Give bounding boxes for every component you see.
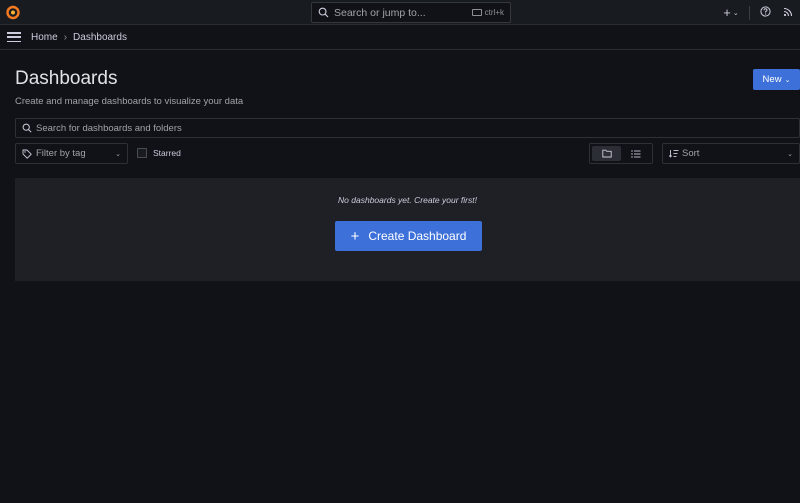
create-dashboard-button[interactable]: + Create Dashboard	[335, 221, 482, 251]
top-bar: Search or jump to... ctrl+k + ⌄	[0, 0, 800, 25]
starred-filter[interactable]: Starred	[137, 148, 181, 158]
empty-state-panel: No dashboards yet. Create your first! + …	[15, 178, 800, 281]
shortcut-text: ctrl+k	[484, 8, 504, 17]
search-icon	[318, 7, 329, 18]
list-view-button[interactable]	[621, 146, 650, 161]
tag-filter-placeholder: Filter by tag	[36, 148, 86, 159]
page-title: Dashboards	[15, 68, 118, 89]
list-icon	[630, 145, 641, 163]
help-icon	[759, 4, 771, 22]
tag-filter-select[interactable]: Filter by tag ⌄	[15, 143, 128, 164]
rss-icon	[783, 4, 793, 22]
top-right-actions: + ⌄	[717, 0, 800, 25]
dashboard-search-input[interactable]: Search for dashboards and folders	[15, 118, 800, 138]
plus-icon: +	[723, 5, 731, 20]
create-dashboard-label: Create Dashboard	[368, 229, 467, 243]
keyboard-icon	[471, 9, 482, 16]
starred-checkbox[interactable]	[137, 148, 147, 158]
menu-icon[interactable]	[7, 32, 21, 42]
dashboard-search-placeholder: Search for dashboards and folders	[36, 122, 182, 134]
sort-icon	[669, 149, 679, 159]
breadcrumb-bar: Home › Dashboards	[0, 25, 800, 50]
new-button[interactable]: New ⌄	[753, 69, 800, 90]
top-search-placeholder: Search or jump to...	[334, 6, 426, 19]
page-subtitle: Create and manage dashboards to visualiz…	[15, 96, 244, 107]
starred-label: Starred	[153, 148, 181, 158]
sort-select[interactable]: Sort ⌄	[662, 143, 800, 164]
chevron-down-icon: ⌄	[787, 150, 793, 158]
divider	[749, 5, 750, 20]
add-new-button[interactable]: + ⌄	[717, 0, 745, 25]
breadcrumb-home[interactable]: Home	[31, 32, 58, 43]
empty-state-message: No dashboards yet. Create your first!	[338, 195, 477, 205]
chevron-down-icon: ⌄	[115, 150, 121, 158]
help-button[interactable]	[754, 0, 776, 25]
chevron-down-icon: ⌄	[732, 9, 739, 17]
search-icon	[22, 123, 32, 133]
sort-placeholder: Sort	[682, 148, 700, 159]
tag-icon	[22, 149, 32, 159]
new-button-label: New	[762, 74, 782, 85]
keyboard-shortcut: ctrl+k	[471, 8, 504, 17]
breadcrumb-separator: ›	[63, 31, 68, 43]
folder-view-button[interactable]	[592, 146, 621, 161]
folder-icon	[601, 145, 612, 163]
top-search-input[interactable]: Search or jump to... ctrl+k	[311, 2, 511, 23]
view-toggle	[589, 143, 653, 164]
grafana-logo-icon[interactable]	[4, 3, 22, 21]
chevron-down-icon: ⌄	[784, 76, 791, 84]
news-button[interactable]	[776, 0, 800, 25]
breadcrumb-current: Dashboards	[73, 31, 127, 43]
plus-icon: +	[350, 227, 360, 245]
